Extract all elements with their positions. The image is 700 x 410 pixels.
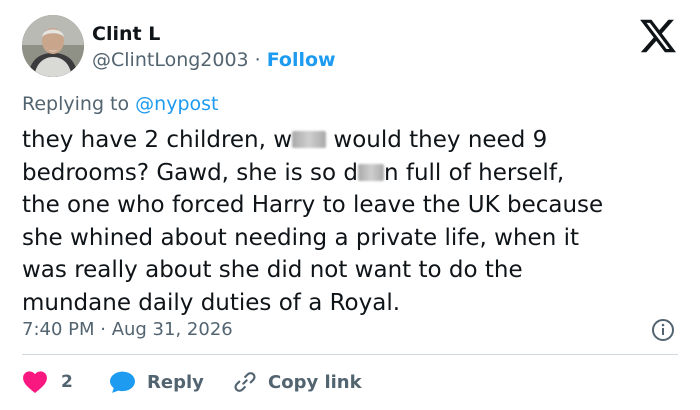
copy-link-button[interactable]: Copy link	[232, 367, 362, 397]
tweet-line: was really about she did not want to do …	[22, 257, 523, 283]
censored-word-blur	[292, 131, 327, 148]
author-name[interactable]: Clint L	[92, 22, 160, 46]
reply-bubble-icon	[109, 370, 136, 394]
tweet-line: she whined about needing a private life,…	[22, 224, 579, 251]
follow-button[interactable]: Follow	[267, 49, 336, 71]
censored-word-blur	[357, 163, 384, 181]
tweet-line: mundane daily duties of a Royal.	[22, 289, 401, 316]
info-icon[interactable]	[651, 318, 675, 342]
tweet-text-segment: bedrooms? Gawd, she is so d	[22, 159, 358, 186]
author-handle[interactable]: @ClintLong2003	[92, 49, 249, 71]
reply-button[interactable]: Reply	[109, 367, 204, 397]
avatar[interactable]	[22, 15, 84, 77]
x-logo-icon[interactable]	[638, 16, 678, 56]
tweet-line: the one who forced Harry to leave the UK…	[22, 192, 604, 218]
tweet-text-segment: they have 2 children, w	[22, 127, 293, 153]
copy-link-label: Copy link	[268, 371, 362, 393]
author-handle-row: @ClintLong2003 · Follow	[92, 48, 336, 72]
replying-to-prefix: Replying to	[22, 93, 130, 115]
tweet-text-segment: n full of herself,	[383, 159, 565, 186]
tweet-line: bedrooms? Gawd, she is so d n full of her…	[22, 157, 682, 190]
timestamp[interactable]: 7:40 PM · Aug 31, 2026	[22, 318, 233, 342]
tweet-line: they have 2 children, w would they need …	[22, 124, 682, 157]
replying-to: Replying to @nypost	[22, 92, 219, 116]
heart-icon	[22, 370, 48, 394]
divider	[22, 354, 678, 355]
separator-dot: ·	[254, 49, 261, 71]
like-button[interactable]: 2	[22, 367, 73, 397]
tweet-text: they have 2 children, w would they need …	[22, 124, 682, 319]
reply-label: Reply	[147, 371, 204, 393]
tweet-text-segment: would they need 9	[326, 127, 548, 153]
replying-to-mention[interactable]: @nypost	[135, 93, 218, 115]
link-icon	[232, 369, 258, 395]
like-count: 2	[61, 372, 73, 392]
